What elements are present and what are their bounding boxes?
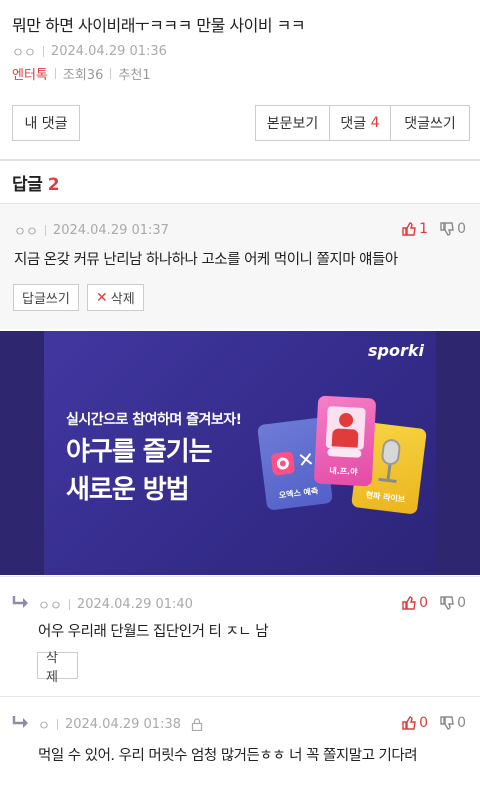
ox-card-label: 오엑스 예측	[278, 486, 319, 501]
downvote-count: 0	[457, 221, 466, 237]
downvote-count: 0	[457, 715, 466, 731]
delete-button[interactable]: ✕ 삭제	[87, 284, 144, 311]
reply-text: 어우 우리래 단월드 집단인거 티 ㅈㄴ 남	[38, 624, 269, 640]
thumbs-down-icon	[440, 716, 454, 730]
reply-button[interactable]: 답글쓰기	[13, 284, 79, 311]
upvote-button[interactable]: 1	[402, 221, 428, 237]
x-icon: ✕	[296, 446, 316, 473]
divider	[110, 68, 112, 79]
comments-label: 댓글	[340, 116, 367, 132]
divider	[42, 46, 44, 57]
reply-meta: ㅇ 2024.04.29 01:38	[38, 715, 203, 734]
reply-text: 먹일 수 있어. 우리 머릿수 엄청 많거든ㅎㅎ 너 꼭 쫄지말고 기다려	[38, 748, 418, 764]
view-body-button[interactable]: 본문보기	[255, 105, 329, 141]
post-stats: 엔터톡 조회36 추천1	[12, 64, 468, 83]
post-recommends: 추천1	[118, 68, 151, 83]
reply-votes: 0 0	[402, 595, 466, 611]
downvote-button[interactable]: 0	[440, 715, 466, 731]
player-head	[338, 412, 354, 428]
post-category[interactable]: 엔터톡	[12, 64, 48, 83]
reply-votes: 0 0	[402, 715, 466, 731]
reply-author[interactable]: ㅇ	[38, 715, 50, 734]
delete-button[interactable]: 삭제	[37, 651, 78, 685]
player-photo	[325, 406, 366, 450]
downvote-button[interactable]: 0	[440, 595, 466, 611]
comment-tabs: 본문보기 댓글 4 댓글쓰기	[255, 105, 470, 141]
divider	[54, 68, 56, 79]
comment-author[interactable]: ㅇㅇ	[14, 221, 38, 240]
reply-date: 2024.04.29 01:40	[76, 597, 193, 612]
player-card: 내.프.야	[313, 395, 377, 487]
player-body	[331, 428, 359, 448]
divider	[44, 225, 46, 236]
comments-count: 4	[370, 115, 380, 131]
microphone-stand	[386, 464, 392, 480]
comment-votes: 1 0	[402, 221, 466, 237]
microphone-icon	[380, 438, 402, 467]
reply-arrow-icon	[12, 716, 28, 728]
post-date: 2024.04.29 01:36	[50, 44, 167, 59]
ad-headline-1: 야구를 즐기는	[66, 437, 213, 467]
microphone-base	[378, 477, 397, 483]
thumbs-up-icon	[402, 596, 416, 610]
divider	[68, 599, 70, 610]
ad-content: sporki 실시간으로 참여하며 즐겨보자! 야구를 즐기는 새로운 방법 ✕…	[44, 331, 436, 575]
lock-icon	[191, 718, 203, 731]
my-comments-button[interactable]: 내 댓글	[12, 105, 80, 141]
reply-date: 2024.04.29 01:38	[64, 717, 181, 732]
post-title: 뭐만 하면 사이비래ㅜㅋㅋㅋ 만물 사이비 ㅋㅋ	[12, 16, 306, 35]
downvote-count: 0	[457, 595, 466, 611]
comment-text: 지금 온갖 커뮤 난리남 하나하나 고소를 어케 먹이니 쫄지마 얘들아	[14, 252, 398, 268]
post-views: 조회36	[62, 68, 104, 83]
upvote-count: 1	[419, 221, 429, 237]
reply-arrow-icon	[12, 596, 28, 608]
upvote-count: 0	[419, 595, 429, 611]
write-comment-button[interactable]: 댓글쓰기	[390, 105, 470, 141]
comments-button[interactable]: 댓글 4	[329, 105, 390, 141]
upvote-button[interactable]: 0	[402, 595, 428, 611]
post-author[interactable]: ㅇㅇ	[12, 42, 36, 61]
live-card-label: 현파 라이브	[365, 490, 406, 505]
reply-item: ㅇ 2024.04.29 01:38 0 0 먹일 수 있어. 우리 머릿수 엄…	[0, 696, 480, 812]
upvote-count: 0	[419, 715, 429, 731]
post-header: 뭐만 하면 사이비래ㅜㅋㅋㅋ 만물 사이비 ㅋㅋ ㅇㅇ 2024.04.29 0…	[0, 0, 480, 92]
downvote-button[interactable]: 0	[440, 221, 466, 237]
comment-date: 2024.04.29 01:37	[52, 223, 169, 238]
divider	[56, 719, 58, 730]
thumbs-up-icon	[402, 716, 416, 730]
replies-label: 답글	[12, 175, 43, 195]
ad-banner[interactable]: sporki 실시간으로 참여하며 즐겨보자! 야구를 즐기는 새로운 방법 ✕…	[0, 331, 480, 575]
ad-subtitle: 실시간으로 참여하며 즐겨보자!	[66, 412, 242, 428]
ad-brand-logo: sporki	[368, 341, 424, 360]
reply-item: ㅇㅇ 2024.04.29 01:40 0 0 어우 우리래 단월드 집단인거 …	[0, 576, 480, 692]
comment-meta: ㅇㅇ 2024.04.29 01:37	[14, 221, 169, 240]
upvote-button[interactable]: 0	[402, 715, 428, 731]
replies-header: 답글 2	[12, 170, 60, 195]
player-tag	[327, 448, 362, 458]
circle-icon	[270, 451, 296, 476]
comment-item: ㅇㅇ 2024.04.29 01:37 1 0 지금 온갖 커뮤 난리남 하나하…	[0, 203, 480, 329]
replies-count: 2	[47, 175, 60, 195]
thumbs-up-icon	[402, 222, 416, 236]
delete-label: 삭제	[110, 292, 135, 307]
player-card-label: 내.프.야	[329, 466, 358, 477]
thumbs-down-icon	[440, 596, 454, 610]
reply-meta: ㅇㅇ 2024.04.29 01:40	[38, 595, 193, 614]
section-divider	[0, 159, 480, 161]
reply-author[interactable]: ㅇㅇ	[38, 595, 62, 614]
ad-headline-2: 새로운 방법	[66, 475, 190, 505]
close-icon: ✕	[96, 289, 108, 306]
thumbs-down-icon	[440, 222, 454, 236]
post-meta: ㅇㅇ 2024.04.29 01:36	[12, 42, 468, 61]
